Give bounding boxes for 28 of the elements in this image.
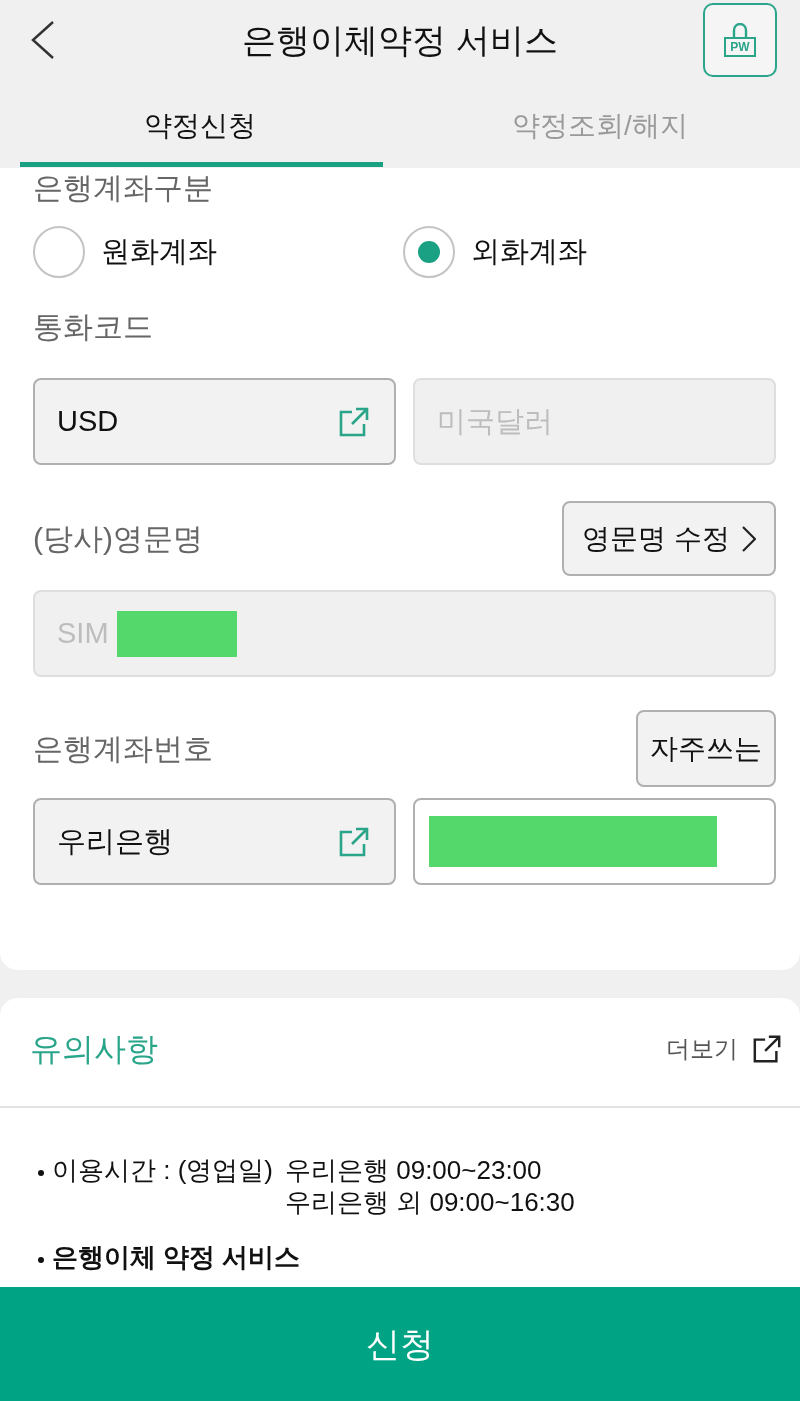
external-link-icon: [338, 825, 370, 858]
tab[interactable]: 약정신청: [0, 80, 400, 168]
radio-button[interactable]: [403, 226, 455, 278]
account-number-field[interactable]: [413, 798, 776, 885]
section-label: 통화코드: [33, 309, 154, 345]
external-link-icon: [338, 405, 370, 438]
radio-button[interactable]: [33, 226, 85, 278]
favorites-button[interactable]: 자주쓰는: [636, 710, 776, 787]
chevron-left-icon: [31, 21, 55, 59]
notice-text: 우리은행 09:00~23:00: [285, 1154, 543, 1186]
radio-label[interactable]: 원화계좌: [101, 230, 217, 274]
notice-label: 이용시간 : (영업일): [52, 1154, 273, 1186]
more-link[interactable]: 더보기: [666, 1031, 782, 1067]
section-label: 은행계좌구분: [33, 170, 214, 206]
page-title: 은행이체약정 서비스: [241, 23, 559, 57]
edit-name-button[interactable]: 영문명 수정: [562, 501, 776, 576]
section-label: 은행계좌번호: [33, 730, 213, 767]
notice-heading: 은행이체 약정 서비스: [52, 1241, 301, 1273]
section-label: (당사)영문명: [33, 520, 203, 557]
external-link-icon: [752, 1034, 782, 1064]
bank-picker[interactable]: 우리은행: [33, 798, 396, 885]
bullet-icon: [38, 1170, 44, 1176]
padlock-shackle-icon: [731, 23, 749, 37]
bullet-icon: [38, 1257, 44, 1263]
radio-label[interactable]: 외화계좌: [471, 230, 587, 274]
currency-code-picker[interactable]: USD: [33, 378, 396, 465]
notice-text: 우리은행 외 09:00~16:30: [285, 1186, 575, 1218]
notice-title: 유의사항: [30, 1030, 158, 1069]
